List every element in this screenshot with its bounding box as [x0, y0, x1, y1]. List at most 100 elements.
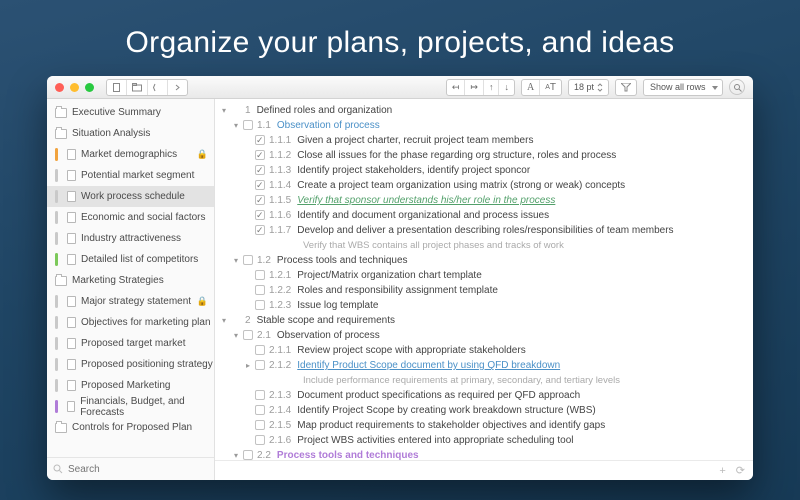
sidebar-item[interactable]: Potential market segment	[47, 165, 214, 186]
outline-row[interactable]: ▾2Stable scope and requirements	[219, 313, 753, 328]
checkbox[interactable]	[255, 195, 265, 205]
outline-row[interactable]: Include performance requirements at prim…	[243, 373, 753, 388]
sidebar-item[interactable]: Financials, Budget, and Forecasts	[47, 396, 214, 417]
sidebar-item[interactable]: Industry attractiveness	[47, 228, 214, 249]
checkbox[interactable]	[255, 285, 265, 295]
titlebar: ↤ ↦ ↑ ↓ A AT 18 pt Show all rows	[47, 76, 753, 99]
sync-icon[interactable]: ⟳	[736, 464, 745, 477]
row-number: 1.2.1	[269, 268, 291, 283]
checkbox[interactable]	[243, 450, 253, 460]
move-down-button[interactable]: ↓	[499, 80, 514, 95]
new-folder-button[interactable]	[127, 80, 148, 95]
checkbox[interactable]	[255, 135, 265, 145]
filter-icon[interactable]	[616, 80, 636, 95]
checkbox[interactable]	[255, 180, 265, 190]
row-number: 1.1.3	[269, 163, 291, 178]
checkbox[interactable]	[255, 390, 265, 400]
outline-row[interactable]: 1.1.4Create a project team organization …	[243, 178, 753, 193]
zoom-icon[interactable]	[85, 83, 94, 92]
new-doc-button[interactable]	[107, 80, 127, 95]
checkbox[interactable]	[255, 345, 265, 355]
sidebar-item[interactable]: Executive Summary	[47, 102, 214, 123]
outline-row[interactable]: Verify that WBS contains all project pha…	[243, 238, 753, 253]
disclosure-triangle[interactable]: ▾	[219, 103, 229, 118]
disclosure-triangle[interactable]: ▾	[231, 253, 241, 268]
checkbox[interactable]	[255, 300, 265, 310]
sidebar-item[interactable]: Detailed list of competitors	[47, 249, 214, 270]
row-text: Close all issues for the phase regarding…	[297, 148, 616, 163]
checkbox[interactable]	[255, 165, 265, 175]
sidebar-item[interactable]: Major strategy statement🔒	[47, 291, 214, 312]
sidebar-item[interactable]: Controls for Proposed Plan	[47, 417, 214, 438]
row-number: 1	[245, 103, 251, 118]
outline-row[interactable]: ▾2.1Observation of process	[231, 328, 753, 343]
checkbox[interactable]	[255, 270, 265, 280]
search-input[interactable]	[68, 464, 168, 475]
outline-row[interactable]: ▾1.2Process tools and techniques	[231, 253, 753, 268]
outline-row[interactable]: 1.2.3Issue log template	[243, 298, 753, 313]
sidebar-item[interactable]: Proposed positioning strategy	[47, 354, 214, 375]
search-button[interactable]	[729, 79, 745, 95]
app-window: ↤ ↦ ↑ ↓ A AT 18 pt Show all rows Executi…	[47, 76, 753, 480]
outdent-button[interactable]: ↤	[447, 80, 466, 95]
history-button[interactable]	[148, 80, 168, 95]
sidebar-item[interactable]: Marketing Strategies	[47, 270, 214, 291]
disclosure-triangle[interactable]: ▾	[231, 118, 241, 133]
checkbox[interactable]	[243, 330, 253, 340]
outline-row[interactable]: 1.1.1Given a project charter, recruit pr…	[243, 133, 753, 148]
row-number: 2.1.1	[269, 343, 291, 358]
disclosure-triangle[interactable]: ▾	[231, 328, 241, 343]
outline-row[interactable]: 2.1.1Review project scope with appropria…	[243, 343, 753, 358]
outline-row[interactable]: ▾1Defined roles and organization	[219, 103, 753, 118]
sidebar-item-label: Controls for Proposed Plan	[72, 422, 192, 433]
font-size-field[interactable]: 18 pt	[568, 79, 609, 96]
checkbox[interactable]	[243, 120, 253, 130]
sidebar-item[interactable]: Work process schedule	[47, 186, 214, 207]
sidebar-item[interactable]: Proposed target market	[47, 333, 214, 354]
sidebar-item[interactable]: Objectives for marketing plan	[47, 312, 214, 333]
outline-row[interactable]: 2.1.3Document product specifications as …	[243, 388, 753, 403]
outline-row[interactable]: 1.1.3Identify project stakeholders, iden…	[243, 163, 753, 178]
outline-row[interactable]: 1.1.2Close all issues for the phase rega…	[243, 148, 753, 163]
disclosure-triangle[interactable]: ▸	[243, 358, 253, 373]
window-controls	[55, 83, 94, 92]
disclosure-triangle[interactable]: ▾	[231, 448, 241, 460]
checkbox[interactable]	[255, 210, 265, 220]
checkbox[interactable]	[243, 255, 253, 265]
disclosure-triangle[interactable]: ▾	[219, 313, 229, 328]
add-row-button[interactable]: +	[719, 465, 725, 477]
filter-icon-group	[615, 79, 637, 96]
outline-row[interactable]: 2.1.5Map product requirements to stakeho…	[243, 418, 753, 433]
filter-select[interactable]: Show all rows	[643, 79, 723, 96]
outline-row[interactable]: 1.1.5Verify that sponsor understands his…	[243, 193, 753, 208]
checkbox[interactable]	[255, 435, 265, 445]
document-icon	[67, 170, 76, 181]
sidebar-item[interactable]: Market demographics🔒	[47, 144, 214, 165]
outline-row[interactable]: ▾2.2Process tools and techniques	[231, 448, 753, 460]
checkbox[interactable]	[255, 405, 265, 415]
minimize-icon[interactable]	[70, 83, 79, 92]
outline-row[interactable]: 2.1.4Identify Project Scope by creating …	[243, 403, 753, 418]
checkbox[interactable]	[255, 225, 265, 235]
close-icon[interactable]	[55, 83, 64, 92]
indent-button[interactable]: ↦	[465, 80, 484, 95]
text-size-button[interactable]: AT	[540, 80, 561, 95]
checkbox[interactable]	[255, 420, 265, 430]
outline-row[interactable]: ▸2.1.2Identify Product Scope document by…	[243, 358, 753, 373]
outline-row[interactable]: 1.1.7Develop and deliver a presentation …	[243, 223, 753, 238]
folder-icon	[55, 276, 67, 286]
sidebar-item[interactable]: Situation Analysis	[47, 123, 214, 144]
more-button[interactable]	[168, 80, 187, 95]
row-number: 2.1.3	[269, 388, 291, 403]
font-button[interactable]: A	[522, 80, 540, 95]
outline-row[interactable]: 2.1.6Project WBS activities entered into…	[243, 433, 753, 448]
outline-row[interactable]: 1.2.1Project/Matrix organization chart t…	[243, 268, 753, 283]
sidebar-item[interactable]: Economic and social factors	[47, 207, 214, 228]
outline-row[interactable]: 1.2.2Roles and responsibility assignment…	[243, 283, 753, 298]
outline-row[interactable]: 1.1.6Identify and document organizationa…	[243, 208, 753, 223]
move-up-button[interactable]: ↑	[484, 80, 500, 95]
sidebar-item[interactable]: Proposed Marketing	[47, 375, 214, 396]
outline-row[interactable]: ▾1.1Observation of process	[231, 118, 753, 133]
checkbox[interactable]	[255, 360, 265, 370]
checkbox[interactable]	[255, 150, 265, 160]
